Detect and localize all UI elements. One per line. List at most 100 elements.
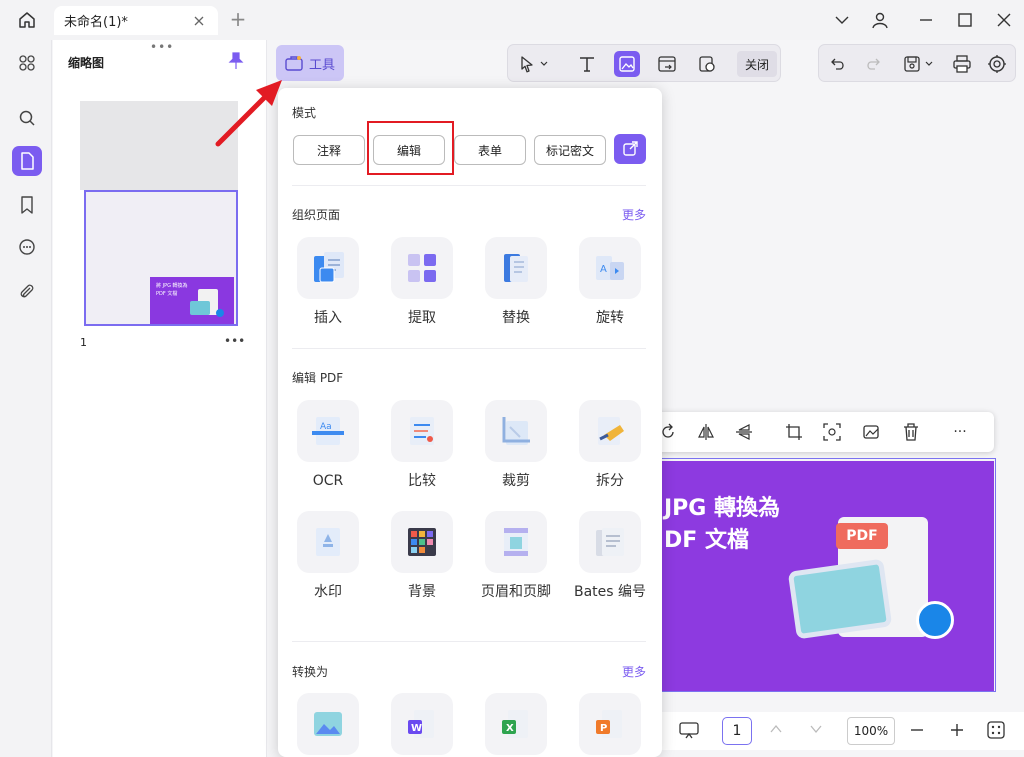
svg-text:Aa: Aa <box>320 422 332 432</box>
tool-split[interactable]: 拆分 <box>578 400 642 491</box>
tool-rotate[interactable]: A 旋转 <box>578 237 642 328</box>
edit-image-icon[interactable] <box>614 51 640 77</box>
tool-bates-numbering-label: Bates 编号 <box>573 584 647 600</box>
mode-redact-button[interactable]: 标记密文 <box>534 135 606 165</box>
svg-text:X: X <box>506 723 514 734</box>
new-tab-icon[interactable]: + <box>228 8 248 32</box>
zoom-out-icon[interactable] <box>909 722 925 738</box>
pin-icon[interactable] <box>228 52 246 70</box>
close-window-icon[interactable] <box>990 8 1018 32</box>
tool-insert-label: 插入 <box>314 310 342 326</box>
edit-pdf-section-title: 编辑 PDF <box>292 371 344 385</box>
thumbnail-banner: 將 JPG 轉換為 PDF 文檔 <box>150 277 234 324</box>
convert-more-link[interactable]: 更多 <box>622 663 646 680</box>
save-icon[interactable] <box>898 51 940 77</box>
close-mode-button[interactable]: 关闭 <box>737 51 777 77</box>
excel-file-icon: X <box>485 693 547 755</box>
convert-to-image[interactable] <box>296 693 360 755</box>
thumbnail-more-icon[interactable]: ••• <box>224 334 245 348</box>
presentation-icon[interactable] <box>678 719 700 741</box>
tool-crop[interactable]: 裁剪 <box>484 400 548 491</box>
mode-annotate-button[interactable]: 注释 <box>293 135 365 165</box>
tab-close-icon[interactable] <box>190 12 208 30</box>
ocr-icon: Aa <box>297 400 359 462</box>
tool-background-label: 背景 <box>408 584 436 600</box>
ai-assistant-icon[interactable] <box>984 51 1010 77</box>
tool-bates-numbering[interactable]: Bates 编号 <box>574 511 646 602</box>
fit-page-icon[interactable] <box>986 720 1006 740</box>
zoom-level[interactable]: 100% <box>847 717 895 745</box>
comment-icon[interactable] <box>12 232 42 262</box>
tools-label: 工具 <box>308 57 335 73</box>
convert-to-word[interactable]: W <box>390 693 454 755</box>
thumbnail-banner-line-1: 將 JPG 轉換為 <box>156 283 188 289</box>
print-icon[interactable] <box>949 51 975 77</box>
watermark-icon <box>297 511 359 573</box>
flip-horizontal-icon[interactable] <box>694 420 718 444</box>
extract-image-icon[interactable] <box>820 420 844 444</box>
svg-text:A: A <box>600 264 607 275</box>
chevron-down-icon[interactable] <box>828 8 856 32</box>
watermark-edit-icon[interactable] <box>694 51 720 77</box>
redo-icon[interactable] <box>860 51 886 77</box>
divider <box>292 348 646 349</box>
add-text-icon[interactable] <box>574 51 600 77</box>
organize-more-link[interactable]: 更多 <box>622 206 646 223</box>
image-file-icon <box>297 693 359 755</box>
search-icon[interactable] <box>12 103 42 133</box>
crop-icon[interactable] <box>782 420 806 444</box>
delete-icon[interactable] <box>899 420 923 444</box>
maximize-icon[interactable] <box>951 8 979 32</box>
tool-rotate-label: 旋转 <box>596 310 624 326</box>
grid-apps-icon[interactable] <box>12 48 42 78</box>
next-page-icon[interactable] <box>808 721 824 737</box>
tool-compare-label: 比较 <box>408 473 436 489</box>
home-icon[interactable] <box>12 8 42 32</box>
bookmark-icon[interactable] <box>12 190 42 220</box>
select-cursor-icon[interactable] <box>512 51 556 77</box>
more-options-icon[interactable]: ··· <box>948 420 972 444</box>
tool-watermark[interactable]: 水印 <box>296 511 360 602</box>
tool-extract-label: 提取 <box>408 310 436 326</box>
tool-compare[interactable]: 比较 <box>390 400 454 491</box>
tool-header-footer[interactable]: 页眉和页脚 <box>481 511 551 602</box>
split-icon <box>579 400 641 462</box>
convert-to-excel[interactable]: X <box>484 693 548 755</box>
divider <box>292 185 646 186</box>
attachment-icon[interactable] <box>12 277 42 307</box>
red-arrow-annotation <box>215 80 282 147</box>
word-file-icon: W <box>391 693 453 755</box>
tools-dropdown-menu: 模式 注释 编辑 表单 标记密文 组织页面 更多 插入 提取 替换 A 旋转 编… <box>278 88 662 757</box>
mode-section-title: 模式 <box>292 106 317 120</box>
tool-replace[interactable]: 替换 <box>484 237 548 328</box>
bottom-status-bar <box>662 712 1024 750</box>
open-external-icon[interactable] <box>614 134 646 164</box>
tool-ocr[interactable]: Aa OCR <box>296 400 360 491</box>
tool-insert[interactable]: 插入 <box>296 237 360 328</box>
user-icon[interactable] <box>866 8 894 32</box>
thumbnail-banner-line-2: PDF 文檔 <box>156 291 178 297</box>
thumbnails-page-icon[interactable] <box>12 146 42 176</box>
thumbnail-page-number: 1 <box>80 336 87 349</box>
page-number-input[interactable]: 1 <box>722 717 752 745</box>
tool-header-footer-label: 页眉和页脚 <box>481 584 551 600</box>
tool-extract[interactable]: 提取 <box>390 237 454 328</box>
document-tab[interactable]: 未命名(1)* <box>54 6 218 35</box>
replace-image-icon[interactable] <box>860 420 884 444</box>
edit-link-icon[interactable] <box>654 51 680 77</box>
rotate-pages-icon: A <box>579 237 641 299</box>
selection-frame[interactable] <box>656 458 996 692</box>
undo-icon[interactable] <box>825 51 851 77</box>
prev-page-icon[interactable] <box>768 721 784 737</box>
highlight-box <box>367 121 454 175</box>
background-icon <box>391 511 453 573</box>
mode-form-button[interactable]: 表单 <box>454 135 526 165</box>
panel-resize-grip[interactable]: ••• <box>150 40 174 54</box>
tool-background[interactable]: 背景 <box>390 511 454 602</box>
zoom-in-icon[interactable] <box>949 722 965 738</box>
flip-vertical-icon[interactable] <box>732 420 756 444</box>
powerpoint-file-icon: P <box>579 693 641 755</box>
convert-to-powerpoint[interactable]: P <box>578 693 642 755</box>
minimize-icon[interactable] <box>912 8 940 32</box>
tool-ocr-label: OCR <box>312 473 344 489</box>
